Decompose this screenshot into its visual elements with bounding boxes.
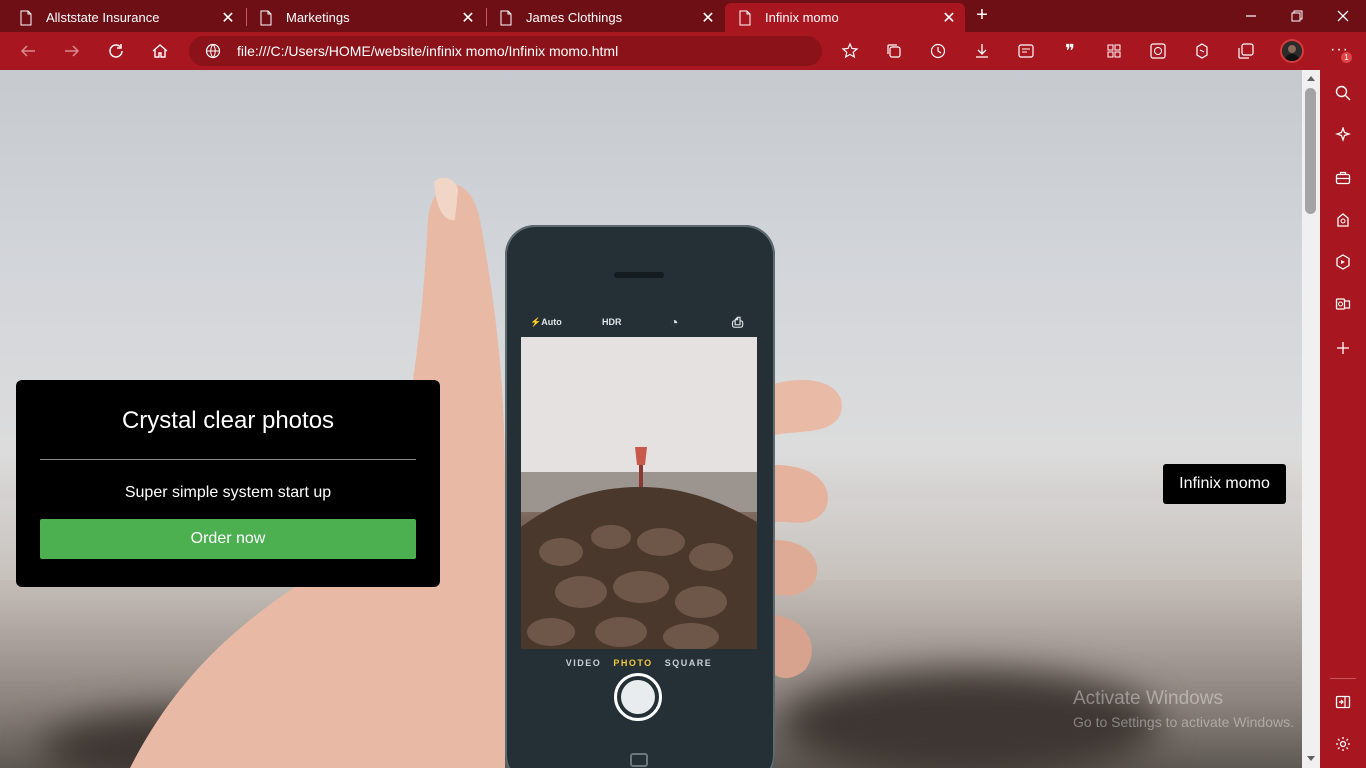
- tab-label: Allststate Insurance: [46, 10, 160, 25]
- phone-home-button: [630, 753, 648, 767]
- new-tab-icon[interactable]: +: [972, 5, 992, 25]
- back-icon[interactable]: [16, 39, 40, 63]
- card-title: Crystal clear photos: [121, 407, 335, 434]
- restore-icon[interactable]: [1282, 4, 1312, 28]
- close-tab-icon[interactable]: ✕: [458, 8, 478, 28]
- copilot-sparkle-icon[interactable]: [1331, 123, 1355, 147]
- tab-marketings[interactable]: Marketings ✕: [246, 3, 484, 32]
- favorites-star-icon[interactable]: [838, 39, 862, 63]
- toolbar: file:///C:/Users/HOME/website/infinix mo…: [0, 32, 1366, 70]
- performance-icon[interactable]: [1190, 39, 1214, 63]
- brand-badge[interactable]: Infinix momo: [1163, 464, 1286, 504]
- add-sidebar-app-icon[interactable]: [1331, 336, 1355, 360]
- tab-strip: Allststate Insurance ✕ Marketings ✕ Jame…: [0, 0, 1366, 32]
- history-icon[interactable]: [926, 39, 950, 63]
- address-bar[interactable]: file:///C:/Users/HOME/website/infinix mo…: [189, 36, 822, 66]
- hide-sidebar-icon[interactable]: [1331, 690, 1355, 714]
- tools-briefcase-icon[interactable]: [1331, 166, 1355, 190]
- sidebar-divider: [1330, 678, 1356, 679]
- refresh-icon[interactable]: [104, 39, 128, 63]
- extensions-icon[interactable]: [1102, 39, 1126, 63]
- collections-icon[interactable]: [882, 39, 906, 63]
- scroll-thumb[interactable]: [1305, 88, 1316, 214]
- tab-label: Marketings: [286, 10, 350, 25]
- microsoft-365-icon[interactable]: [1331, 250, 1355, 274]
- site-info-icon[interactable]: [205, 43, 221, 59]
- scroll-down-arrow-icon[interactable]: [1307, 756, 1315, 761]
- edge-sidebar: [1320, 70, 1366, 768]
- close-tab-icon[interactable]: ✕: [698, 8, 718, 28]
- page-icon: [500, 10, 512, 25]
- outlook-icon[interactable]: [1331, 292, 1355, 316]
- tab-allstate[interactable]: Allststate Insurance ✕: [6, 3, 244, 32]
- vertical-scrollbar[interactable]: [1302, 70, 1320, 768]
- card-subtitle: Super simple system start up: [124, 484, 332, 501]
- minimize-icon[interactable]: [1236, 4, 1266, 28]
- internet-explorer-mode-icon[interactable]: [1146, 39, 1170, 63]
- phone-earpiece: [614, 272, 664, 278]
- hdr-label: HDR: [602, 317, 622, 327]
- shutter-button-image: [614, 673, 662, 721]
- mode-video: VIDEO: [565, 658, 602, 668]
- notification-badge: 1: [1341, 52, 1352, 63]
- tab-label: Infinix momo: [765, 10, 839, 25]
- tab-james-clothings[interactable]: James Clothings ✕: [486, 3, 724, 32]
- tab-infinix-momo[interactable]: Infinix momo ✕: [725, 3, 965, 32]
- search-icon[interactable]: [1331, 81, 1355, 105]
- promo-card: Crystal clear photos Super simple system…: [16, 380, 440, 587]
- mode-photo: PHOTO: [613, 658, 653, 668]
- watermark-text: Go to Settings to activate Windows.: [1073, 714, 1294, 730]
- web-capture-icon[interactable]: [1014, 39, 1038, 63]
- close-window-icon[interactable]: [1328, 4, 1358, 28]
- page-icon: [739, 10, 751, 25]
- quote-icon[interactable]: ❞: [1058, 39, 1082, 63]
- camera-switch-icon: ⎙: [732, 314, 744, 330]
- order-now-button[interactable]: Order now: [40, 519, 416, 559]
- mode-square: SQUARE: [664, 658, 713, 668]
- watermark-title: Activate Windows: [1073, 688, 1223, 709]
- downloads-icon[interactable]: [970, 39, 994, 63]
- phone-screen-photo: [521, 337, 757, 649]
- home-icon[interactable]: [148, 39, 172, 63]
- scroll-up-arrow-icon[interactable]: [1307, 76, 1315, 81]
- settings-gear-icon[interactable]: [1331, 732, 1355, 756]
- workspaces-icon[interactable]: [1234, 39, 1258, 63]
- forward-icon[interactable]: [60, 39, 84, 63]
- page-icon: [20, 10, 32, 25]
- web-page: ⚡Auto HDR ◔ ⎙ VIDEO PHOTO SQUARE Crystal…: [0, 70, 1302, 768]
- close-tab-icon[interactable]: ✕: [218, 8, 238, 28]
- page-icon: [260, 10, 272, 25]
- tab-label: James Clothings: [526, 10, 623, 25]
- url-text: file:///C:/Users/HOME/website/infinix mo…: [237, 43, 619, 59]
- camera-mode-selector: VIDEO PHOTO SQUARE: [521, 658, 757, 668]
- timer-icon: ◔: [670, 314, 679, 330]
- games-icon[interactable]: [1331, 208, 1355, 232]
- flash-label: Auto: [541, 317, 562, 327]
- card-divider: [40, 459, 416, 460]
- close-tab-icon[interactable]: ✕: [939, 8, 959, 28]
- windows-activation-watermark: Activate Windows Go to Settings to activ…: [1073, 688, 1294, 730]
- profile-avatar[interactable]: [1280, 39, 1304, 63]
